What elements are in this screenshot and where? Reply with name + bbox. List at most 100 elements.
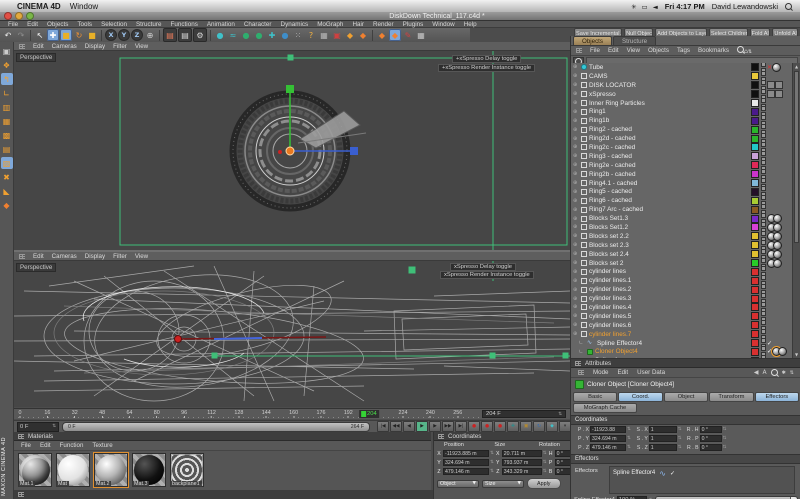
object-name[interactable]: Ring6 - cached (589, 197, 632, 204)
animation-mode-icon[interactable]: ✖ (1, 171, 13, 183)
add-environment-icon[interactable]: ● (279, 29, 291, 41)
object-row-cylinder-lines-2[interactable]: ⊕cylinder lines.2 (571, 285, 793, 294)
layer-color-chip[interactable] (751, 215, 759, 223)
macos-window-menu[interactable]: Window (70, 2, 98, 11)
object-name[interactable]: cylinder lines.6 (589, 322, 631, 329)
expand-toggle-icon[interactable]: ⊕ (573, 287, 579, 293)
polygons-mode-icon[interactable]: ▨ (1, 157, 13, 169)
object-row-cams[interactable]: ⊕CAMS (571, 72, 793, 81)
app-menu-structure[interactable]: Structure (136, 21, 162, 28)
expand-toggle-icon[interactable]: ⊕ (573, 162, 579, 168)
app-menu-character[interactable]: Character (244, 21, 272, 28)
viewport-menu-cameras[interactable]: Cameras (52, 43, 77, 50)
key-scale-button[interactable]: ▣ (520, 421, 532, 432)
object-name[interactable]: cylinder lines.7 (589, 331, 631, 338)
timeline-tick[interactable]: 160 (289, 410, 298, 418)
lock-z-axis-icon[interactable]: Z (131, 29, 143, 41)
stepper-icon[interactable]: ⇅ (723, 445, 727, 450)
panel-grid-icon[interactable] (19, 254, 25, 259)
object-row-ring7-arc-cached[interactable]: ⊕ Ring7 Arc - cached (571, 205, 793, 214)
app-menu-selection[interactable]: Selection (101, 21, 127, 28)
enabled-check-icon[interactable]: ✓ (767, 340, 772, 347)
expand-toggle-icon[interactable]: ⊕ (573, 153, 579, 159)
scroll-up-icon[interactable]: ▲ (793, 64, 800, 69)
expand-toggle-icon[interactable]: ⊕ (573, 251, 579, 257)
materials-menu-edit[interactable]: Edit (40, 442, 51, 449)
expand-toggle-icon[interactable]: ⊕ (573, 127, 579, 133)
expand-toggle-icon[interactable]: ⊕ (573, 322, 579, 328)
object-row-blocks-set-2-2[interactable]: ⊕Blocks set 2.2 (571, 232, 793, 241)
object-row-blocks-set1-2[interactable]: ⊕ Blocks Set1.2 (571, 223, 793, 232)
layer-color-chip[interactable] (751, 126, 759, 134)
layer-color-chip[interactable] (751, 303, 759, 311)
object-name[interactable]: Blocks Set1.2 (589, 224, 628, 231)
layer-color-chip[interactable] (751, 90, 759, 98)
expand-toggle-icon[interactable]: ⊕ (573, 136, 579, 142)
xpresso-tag-icon[interactable] (767, 81, 775, 89)
tab-coord[interactable]: Coord. (618, 392, 662, 402)
edges-mode-icon[interactable]: ▤ (1, 143, 13, 155)
size-field[interactable]: 793.937 m (502, 459, 542, 466)
close-window-button[interactable] (4, 12, 12, 20)
object-name[interactable]: cylinder lines (589, 268, 626, 275)
font-icon[interactable]: A (762, 369, 766, 376)
object-tree-scrollbar[interactable]: ▲ ▼ (792, 63, 800, 358)
expand-toggle-icon[interactable]: ⊕ (573, 224, 579, 230)
expand-toggle-icon[interactable]: ⊕ (573, 82, 579, 88)
pv-field[interactable]: 479.146 m (590, 444, 626, 451)
scrollbar-thumb[interactable] (794, 71, 799, 243)
points-mode-icon[interactable]: ▩ (1, 129, 13, 141)
object-row-cylinder-lines[interactable]: ⊕cylinder lines (571, 267, 793, 276)
timeline-ruler[interactable]: 204 F⇅ 016324864809611212814416017619222… (14, 408, 570, 419)
next-key-button[interactable]: ▶▶ (442, 421, 454, 432)
viewport-menu-edit[interactable]: Edit (33, 253, 44, 260)
add-primitive-icon[interactable]: ● (214, 29, 226, 41)
material-thumb-backplane1[interactable]: backplane1 (170, 453, 204, 487)
object-name[interactable]: Ring2c - cached (589, 144, 635, 151)
tab-structure[interactable]: Structure (613, 36, 656, 45)
object-row-blocks-set1-3[interactable]: ⊕Blocks Set1.3 (571, 214, 793, 223)
timeline-tick[interactable]: 48 (99, 410, 105, 418)
layer-color-chip[interactable] (751, 152, 759, 160)
object-name[interactable]: Ring2 - cached (589, 126, 632, 133)
effector-item-label[interactable]: Spline Effector4 (613, 470, 655, 476)
render-settings-icon[interactable]: ⚙ (193, 28, 207, 42)
expand-toggle-icon[interactable]: ⊕ (573, 73, 579, 79)
timeline-tick[interactable]: 144 (262, 410, 271, 418)
layer-color-chip[interactable] (751, 286, 759, 294)
expand-toggle-icon[interactable]: ⊕ (573, 207, 579, 213)
objects-menu-objects[interactable]: Objects (648, 47, 669, 54)
material-tag-icon[interactable] (773, 250, 782, 259)
stepper-icon[interactable]: ⇅ (543, 451, 547, 456)
app-menu-hair[interactable]: Hair (352, 21, 364, 28)
record-keyframe-button[interactable]: ● (468, 421, 480, 432)
layer-color-chip[interactable] (751, 206, 759, 214)
add-scene-icon[interactable]: ▦ (318, 29, 330, 41)
timeline-tick[interactable]: 224 (399, 410, 408, 418)
apply-button[interactable]: Apply (527, 478, 561, 489)
timeline-tick[interactable]: 128 (234, 410, 243, 418)
object-name[interactable]: Ring7 Arc - cached (589, 206, 643, 213)
expand-toggle-icon[interactable]: ⊕ (573, 313, 579, 319)
timeline-tick[interactable]: 192 (344, 410, 353, 418)
render-picture-viewer-icon[interactable]: ▤ (178, 28, 192, 42)
layer-color-chip[interactable] (751, 197, 759, 205)
object-name[interactable]: Ring2e - cached (589, 162, 636, 169)
viewport-menu-display[interactable]: Display (85, 43, 105, 50)
object-row-ring5-cached[interactable]: ⊕Ring5 - cached (571, 187, 793, 196)
texture-mode-icon[interactable]: ▥ (1, 101, 13, 113)
snap-settings-icon[interactable]: ◆ (1, 199, 13, 211)
layer-color-chip[interactable] (751, 241, 759, 249)
objects-menu-tags[interactable]: Tags (677, 47, 690, 54)
key-parameter-button[interactable]: ◆ (546, 421, 558, 432)
scroll-icon[interactable]: ⇅ (748, 49, 752, 55)
rv-field[interactable]: 0 ° (700, 426, 722, 433)
stepper-icon[interactable]: ⇅ (543, 469, 547, 474)
notification-icon[interactable]: ✳ (631, 3, 636, 11)
materials-menu-file[interactable]: File (21, 442, 31, 449)
object-name[interactable]: Ring1b (589, 117, 609, 124)
object-row-cylinder-lines-6[interactable]: ⊕ cylinder lines.6 (571, 321, 793, 330)
layer-color-chip[interactable] (751, 259, 759, 267)
add-spline-icon[interactable]: ≈ (227, 29, 239, 41)
stepper-icon[interactable]: ⇅ (678, 445, 682, 450)
